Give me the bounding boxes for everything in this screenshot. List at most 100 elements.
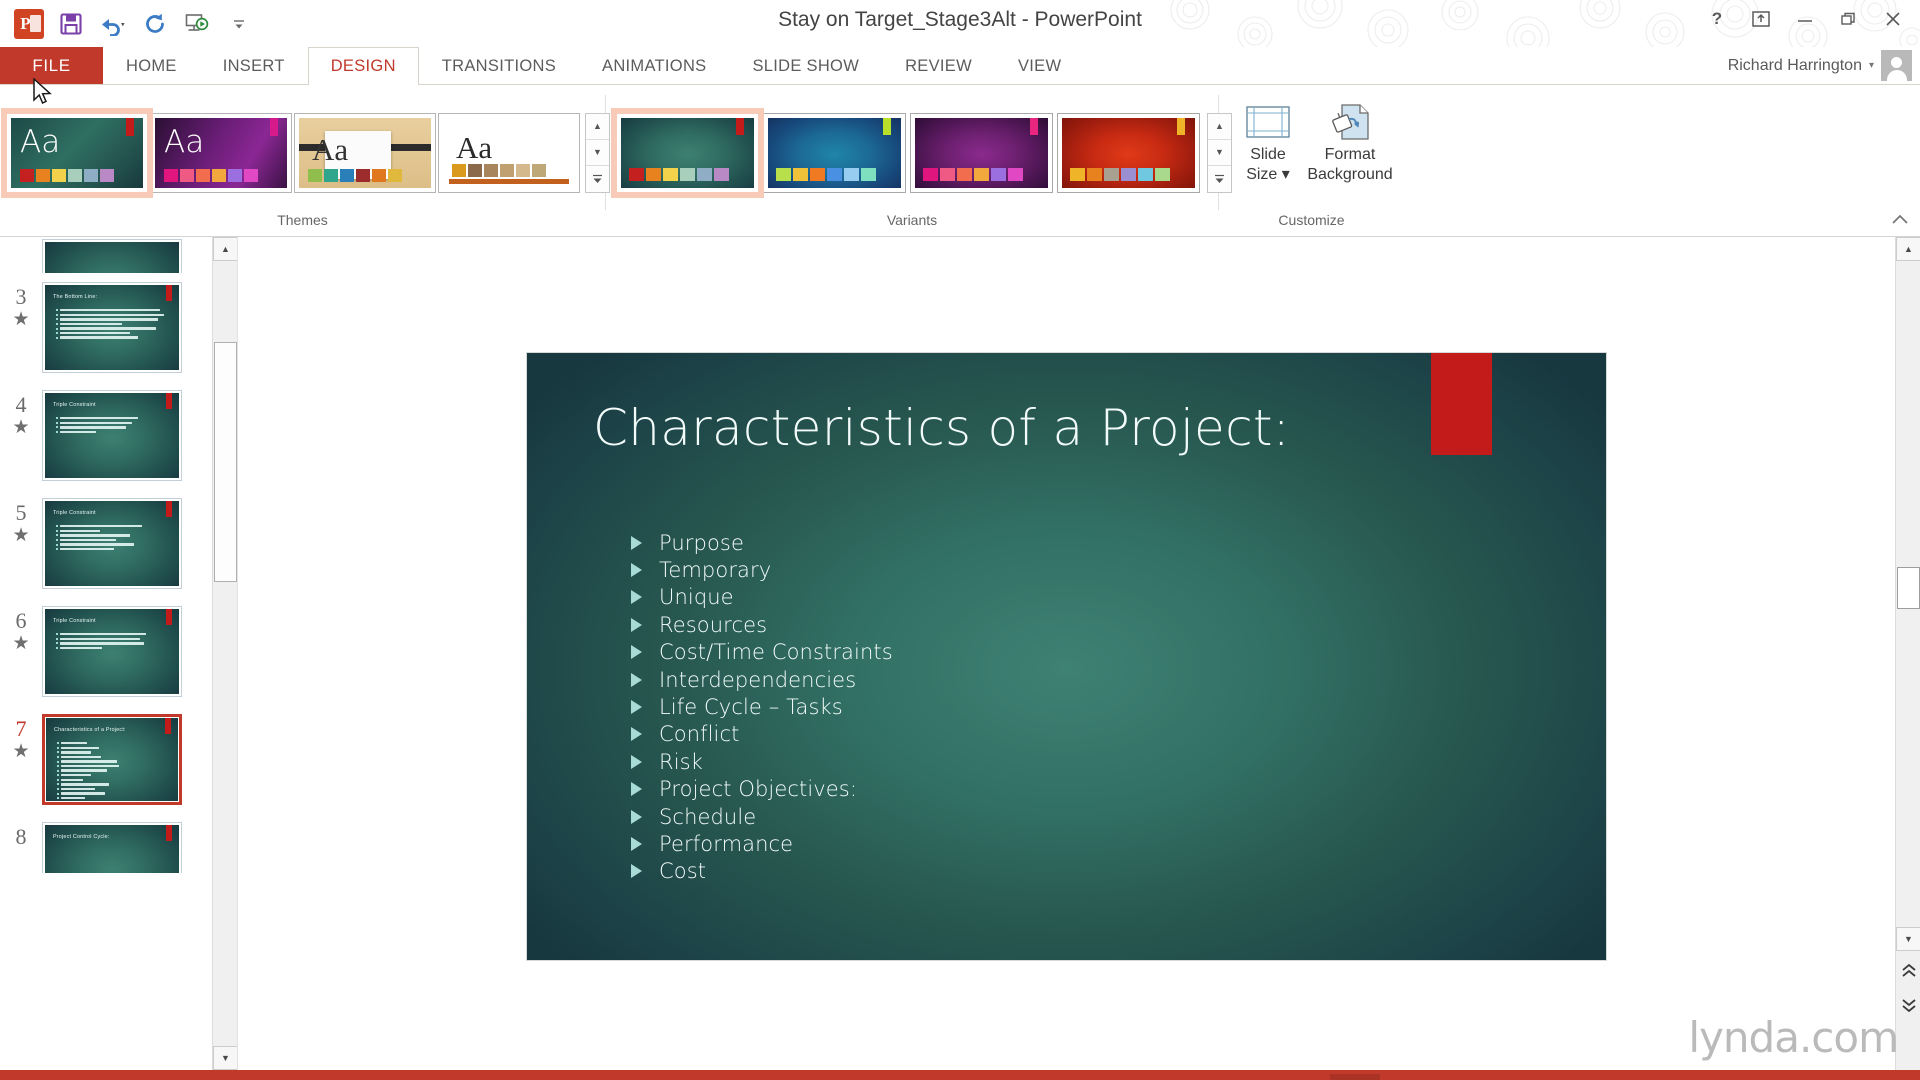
next-slide-icon[interactable] (1896, 993, 1920, 1017)
thumbnail-slide-4[interactable]: 4★ Triple Constraint (0, 381, 237, 489)
thumbnail-scroll-thumb[interactable] (214, 342, 237, 582)
thumbnail-line-text (60, 633, 146, 635)
close-button[interactable] (1872, 2, 1914, 36)
variant-swatch (1155, 168, 1170, 181)
tab-insert[interactable]: INSERT (200, 47, 308, 84)
theme-accent-bar (270, 118, 278, 136)
thumbnail-frame[interactable]: Triple Constraint (42, 390, 182, 481)
theme-item-3[interactable]: Aa (438, 113, 580, 193)
slide-bullet-item[interactable]: Cost/Time Constraints (631, 639, 893, 666)
current-slide[interactable]: Characteristics of a Project: PurposeTem… (527, 353, 1606, 960)
canvas-scroll-down-button[interactable]: ▼ (1896, 927, 1920, 951)
tab-view[interactable]: VIEW (995, 47, 1084, 84)
slide-bullet-item[interactable]: Conflict (631, 721, 893, 748)
thumbnail-line (56, 318, 164, 320)
tab-transitions[interactable]: TRANSITIONS (419, 47, 579, 84)
slide-show-view-button[interactable] (1480, 1074, 1530, 1080)
tab-design[interactable]: DESIGN (308, 47, 419, 84)
previous-slide-icon[interactable] (1896, 959, 1920, 983)
thumbnail-scrollbar[interactable]: ▲ ▼ (212, 237, 237, 1070)
tab-home[interactable]: HOME (103, 47, 200, 84)
slide-bullet-item[interactable]: Performance (631, 830, 893, 857)
restore-button[interactable] (1828, 2, 1870, 36)
variant-item-3[interactable] (1057, 113, 1200, 193)
animation-star-icon[interactable]: ★ (0, 742, 42, 762)
theme-item-0[interactable]: Aa (6, 113, 148, 193)
theme-swatch (532, 164, 546, 177)
variant-item-1[interactable] (763, 113, 906, 193)
slide-sorter-view-button[interactable] (1380, 1074, 1430, 1080)
save-icon[interactable] (50, 4, 92, 44)
thumbnail-line (57, 783, 119, 785)
ribbon-display-options-icon[interactable] (1740, 2, 1782, 36)
slide-bullet-list[interactable]: PurposeTemporaryUniqueResourcesCost/Time… (631, 529, 893, 885)
canvas-scrollbar[interactable]: ▲ ▼ (1895, 237, 1920, 1070)
thumbnail-body-lines (56, 525, 142, 552)
slide-bullet-item[interactable]: Temporary (631, 556, 893, 583)
thumbnail-slide-3[interactable]: 3★The Bottom Line: (0, 273, 237, 381)
slide-bullet-item[interactable]: Purpose (631, 529, 893, 556)
bullet-text: Conflict (659, 722, 739, 746)
chevron-down-icon[interactable]: ▾ (1869, 60, 1874, 71)
format-background-button[interactable]: Format Background (1311, 95, 1389, 185)
tab-file[interactable]: FILE (0, 47, 103, 84)
undo-icon[interactable] (92, 4, 134, 44)
tab-animations[interactable]: ANIMATIONS (579, 47, 729, 84)
thumbnail-line (57, 792, 119, 794)
variant-item-2[interactable] (910, 113, 1053, 193)
slide-canvas[interactable]: Characteristics of a Project: PurposeTem… (238, 237, 1895, 1070)
thumbnail-slide-5[interactable]: 5★Triple Constraint (0, 489, 237, 597)
animation-star-icon[interactable]: ★ (0, 526, 42, 546)
thumbnail-slide-6[interactable]: 6★Triple Constraint (0, 597, 237, 705)
start-from-beginning-icon[interactable] (176, 4, 218, 44)
variant-item-0[interactable] (616, 113, 759, 193)
thumbnail-bullet (56, 318, 58, 320)
canvas-scroll-thumb[interactable] (1897, 567, 1920, 609)
slide-size-button[interactable]: Slide Size ▾ (1229, 95, 1307, 185)
thumbnail-slide-8[interactable]: 8Project Control Cycle: (0, 813, 237, 873)
thumbnail-frame[interactable]: Project Control Cycle: (42, 822, 182, 873)
customize-qat-icon[interactable] (218, 4, 260, 44)
collapse-ribbon-icon[interactable] (1890, 213, 1910, 230)
thumbnail-bullet (57, 742, 59, 744)
powerpoint-logo-icon[interactable]: P (8, 4, 50, 44)
help-icon[interactable]: ? (1696, 2, 1738, 36)
reading-view-button[interactable] (1430, 1074, 1480, 1080)
redo-icon[interactable] (134, 4, 176, 44)
animation-star-icon[interactable]: ★ (0, 634, 42, 654)
thumbnail-frame[interactable]: Characteristics of a Project: (42, 714, 182, 805)
animation-star-icon[interactable]: ★ (0, 310, 42, 330)
variant-swatch (923, 168, 938, 181)
slide-bullet-item[interactable]: Resources (631, 611, 893, 638)
theme-underline (449, 179, 569, 184)
canvas-scroll-up-button[interactable]: ▲ (1896, 237, 1920, 261)
thumbnail-slide-7[interactable]: 7★Characteristics of a Project: (0, 705, 237, 813)
theme-item-2[interactable]: Aa (294, 113, 436, 193)
slide-bullet-item[interactable]: Unique (631, 584, 893, 611)
slide-bullet-item[interactable]: Interdependencies (631, 666, 893, 693)
slide-bullet-item[interactable]: Life Cycle – Tasks (631, 693, 893, 720)
theme-swatch (20, 169, 34, 182)
thumbnail-scroll-up-button[interactable]: ▲ (213, 237, 238, 261)
thumbnail-scroll-down-button[interactable]: ▼ (213, 1046, 238, 1070)
normal-view-button[interactable] (1330, 1074, 1380, 1080)
minimize-button[interactable] (1784, 2, 1826, 36)
slide-bullet-item[interactable]: Project Objectives: (631, 776, 893, 803)
theme-item-1[interactable]: Aa (150, 113, 292, 193)
thumbnail-frame[interactable]: Triple Constraint (42, 606, 182, 697)
tab-slide-show[interactable]: SLIDE SHOW (729, 47, 882, 84)
slide-title[interactable]: Characteristics of a Project: (593, 399, 1290, 457)
animation-star-icon[interactable]: ★ (0, 418, 42, 438)
thumbnail-frame[interactable] (42, 239, 182, 273)
user-avatar-icon[interactable] (1881, 50, 1912, 81)
thumbnail-line-text (60, 327, 156, 329)
slide-bullet-item[interactable]: Risk (631, 748, 893, 775)
thumbnail-title: Triple Constraint (53, 402, 96, 408)
thumbnail-frame[interactable]: Triple Constraint (42, 498, 182, 589)
slide-bullet-item[interactable]: Schedule (631, 803, 893, 830)
thumbnail-meta: 4★ (0, 390, 42, 438)
thumbnail-frame[interactable]: The Bottom Line: (42, 282, 182, 373)
thumbnail-slide-2[interactable] (0, 239, 237, 273)
tab-review[interactable]: REVIEW (882, 47, 995, 84)
slide-bullet-item[interactable]: Cost (631, 858, 893, 885)
